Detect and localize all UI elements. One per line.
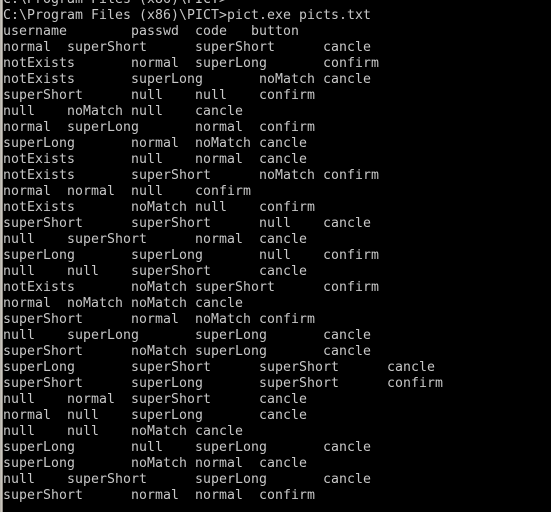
output-data-row: normal null superLong cancle [3, 408, 307, 423]
output-data-row: notExists superShort noMatch confirm [3, 168, 379, 183]
output-data-row: superShort superLong superShort confirm [3, 376, 443, 391]
output-data-row: notExists normal superLong confirm [3, 56, 379, 71]
output-data-row: notExists noMatch null confirm [3, 200, 315, 215]
output-data-row: normal normal null confirm [3, 184, 251, 199]
output-data-row: null noMatch null cancle [3, 104, 243, 119]
output-data-row: null superLong superLong cancle [3, 328, 371, 343]
console-text-area[interactable]: C:\Program Files (x86)\PICT>C:\Program F… [3, 0, 551, 512]
output-data-row: normal noMatch noMatch cancle [3, 296, 243, 311]
output-data-row: null superShort superLong cancle [3, 472, 371, 487]
output-data-row: null normal superShort cancle [3, 392, 307, 407]
command-prompt-line: C:\Program Files (x86)\PICT>pict.exe pic… [3, 8, 371, 23]
output-data-row: superLong noMatch normal cancle [3, 456, 307, 471]
output-data-row: superShort superShort null cancle [3, 216, 371, 231]
output-data-row: superShort normal normal confirm [3, 488, 315, 503]
output-data-row: notExists null normal cancle [3, 152, 307, 167]
output-data-row: null superShort normal cancle [3, 232, 307, 247]
output-data-row: superLong normal noMatch cancle [3, 136, 307, 151]
output-header-row: username passwd code button [3, 24, 299, 39]
output-data-row: superShort normal noMatch confirm [3, 312, 315, 327]
output-data-row: superLong null superLong cancle [3, 440, 371, 455]
output-data-row: notExists superLong noMatch cancle [3, 72, 371, 87]
output-data-row: notExists noMatch superShort confirm [3, 280, 379, 295]
window-frame-left-edge [0, 0, 3, 512]
command-prompt-window[interactable]: C:\Program Files (x86)\PICT>C:\Program F… [0, 0, 551, 512]
output-data-row: null null superShort cancle [3, 264, 307, 279]
output-data-row: superLong superLong null confirm [3, 248, 379, 263]
output-data-row: normal superLong normal confirm [3, 120, 315, 135]
output-data-row: superShort noMatch superLong cancle [3, 344, 371, 359]
scrollback-clipped-line: C:\Program Files (x86)\PICT> [3, 0, 227, 8]
output-data-row: null null noMatch cancle [3, 424, 243, 439]
output-data-row: superLong superShort superShort cancle [3, 360, 435, 375]
output-data-row: normal superShort superShort cancle [3, 40, 371, 55]
output-data-row: superShort null null confirm [3, 88, 315, 103]
